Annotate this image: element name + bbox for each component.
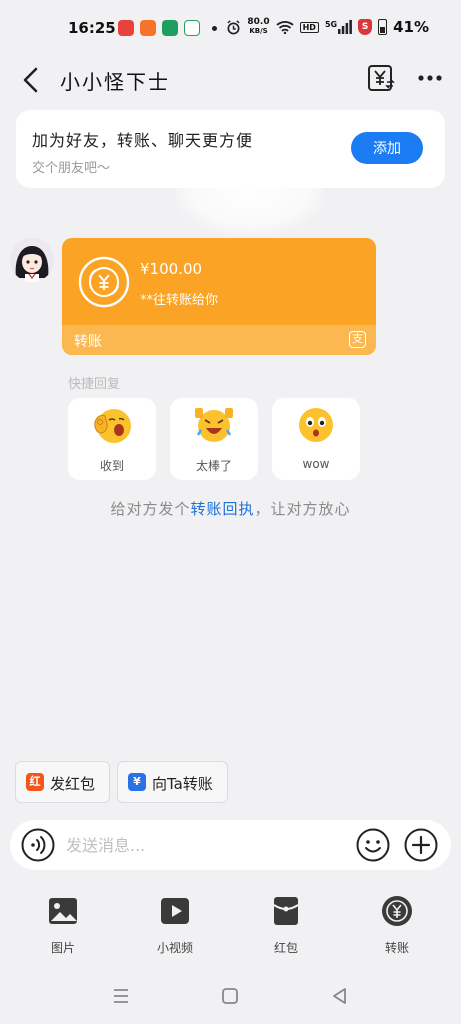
receipt-hint: 给对方发个转账回执，让对方放心 [0,498,461,519]
message-input-bar [10,820,451,870]
transfer-to-ta-chip[interactable]: ¥ 向Ta转账 [117,761,228,803]
avatar-illustration [10,238,54,282]
tool-transfer-label: 转账 [384,941,409,955]
image-icon [49,898,77,924]
send-red-packet-chip[interactable]: 红 发红包 [15,761,110,803]
add-friend-button[interactable]: 添加 [351,132,423,164]
message-input[interactable] [66,832,346,858]
red-packet-icon [273,897,299,925]
net-speed-value: 80.0 [247,17,270,27]
thumbs-up-laughing-emoji-icon [195,408,233,442]
transfer-type-label: 转账 [74,334,102,350]
network-app-notification-icon [162,20,178,36]
tool-short-video[interactable]: 小视频 [140,893,210,963]
tool-red-packet-label: 红包 [273,941,298,955]
cell-signal: 5G [325,20,352,34]
receipt-hint-suffix: ，让对方放心 [254,500,351,518]
signal-label: 5G [324,20,338,29]
tool-transfer[interactable]: 转账 [362,893,432,963]
home-nav-icon[interactable] [220,986,240,1006]
back-arrow-icon[interactable] [20,66,42,94]
surprised-emoji-icon [299,408,333,442]
transfer-footer: 转账 支 [62,325,376,355]
status-right: 80.0 KB/S HD 5G S 41% [226,18,429,36]
shopping-app-notification-icon [140,20,156,36]
quick-reply-label: 太棒了 [195,459,232,473]
emoji-picker-icon[interactable] [356,828,390,862]
add-friend-title: 加为好友，转账、聊天更方便 [32,131,254,150]
transfer-coin-icon [78,256,130,308]
video-app-notification-icon [118,20,134,36]
voice-input-icon[interactable] [21,828,55,862]
status-bar: 16:25 80.0 KB/S HD 5G S 41% [0,0,461,58]
add-friend-subtitle: 交个朋友吧～ [32,161,111,176]
net-speed-unit: KB/S [249,27,268,35]
transfer-icon: ¥ [128,773,146,791]
blurred-area [175,150,325,235]
send-red-packet-label: 发红包 [50,775,96,793]
system-navigation-bar [0,980,461,1010]
receipt-hint-prefix: 给对方发个 [110,500,191,518]
net-speed: 80.0 KB/S [247,18,269,36]
quick-reply-wow[interactable]: wow [272,398,360,480]
security-shield-icon: S [358,19,373,35]
tool-image[interactable]: 图片 [28,893,98,963]
hd-badge: HD [299,21,319,33]
tool-short-video-label: 小视频 [156,941,193,955]
chat-header: 小小怪下士 [0,58,461,102]
menu-nav-icon[interactable] [111,986,131,1006]
receipt-link[interactable]: 转账回执 [190,500,254,518]
status-time: 16:25 [68,19,116,37]
video-icon [161,898,189,924]
quick-reply-title: 快捷回复 [68,377,121,392]
sender-avatar[interactable] [10,238,54,282]
more-notifications-dot-icon [212,25,217,31]
transfer-amount: ¥100.00 [140,260,203,278]
back-nav-icon[interactable] [330,986,350,1006]
transfer-note: **往转账给你 [140,293,219,308]
red-packet-icon: 红 [26,773,44,791]
tool-image-label: 图片 [50,941,75,955]
signal-bars-icon [338,20,352,34]
transfer-coin-icon [382,896,412,926]
alarm-icon [227,19,240,34]
status-app-icons [118,20,217,36]
transfer-to-ta-label: 向Ta转账 [152,775,213,793]
quick-reply-label: 收到 [99,459,124,473]
quick-reply-received[interactable]: 收到 [68,398,156,480]
battery-icon [378,19,388,35]
plus-more-icon[interactable] [404,828,438,862]
alipay-icon: 支 [349,331,366,348]
transfer-receipt-icon[interactable] [367,64,395,92]
quick-reply-label: wow [302,457,330,471]
wifi-icon [276,21,294,34]
more-options-icon[interactable] [417,68,443,88]
ok-hand-emoji-icon [94,409,131,443]
battery-percent: 41% [393,18,429,36]
tool-red-packet[interactable]: 红包 [251,893,321,963]
transfer-message-card[interactable]: ¥100.00 **往转账给你 转账 支 [62,238,376,355]
quick-reply-awesome[interactable]: 太棒了 [170,398,258,480]
chat-title: 小小怪下士 [60,70,170,94]
mobile-app-notification-icon [184,20,200,36]
